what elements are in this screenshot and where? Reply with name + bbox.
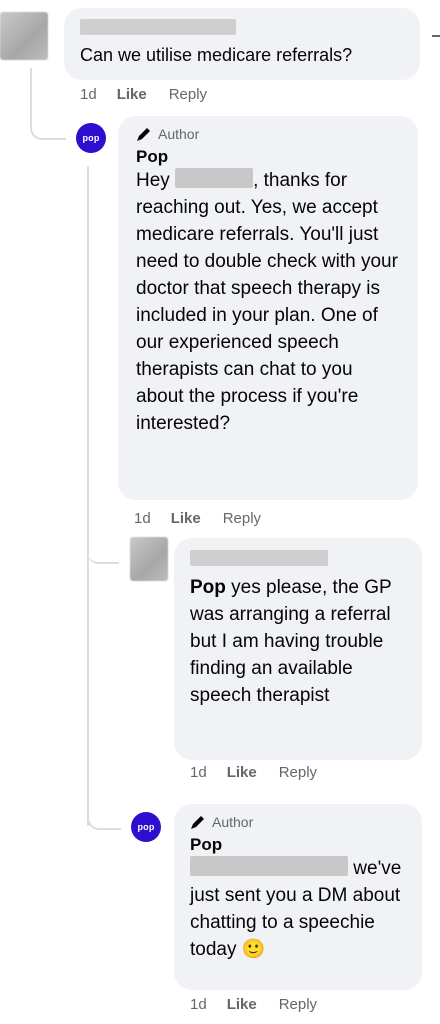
comment-actions: 1d Like Reply [80,86,207,103]
like-button[interactable]: Like [227,996,257,1013]
reply-button[interactable]: Reply [169,86,207,103]
avatar-label: pop [137,822,155,832]
pencil-icon [137,128,150,141]
mention-pop[interactable]: Pop [190,577,226,598]
like-button[interactable]: Like [117,86,147,103]
reply-actions: 1d Like Reply [190,996,317,1013]
smile-emoji-icon: 🙂 [241,939,266,960]
thread-connector [87,166,89,826]
comment-bubble: Can we utilise medicare referrals? [64,8,420,80]
timestamp[interactable]: 1d [190,996,207,1013]
reply-button[interactable]: Reply [279,996,317,1013]
reply-bubble: Author Pop we've just sent you a DM abou… [174,804,422,990]
reply-button[interactable]: Reply [279,764,317,781]
reply-text: Pop yes please, the GP was arranging a r… [190,574,406,709]
commenter-name-redacted[interactable] [190,550,328,566]
avatar-label: pop [82,133,100,143]
commenter-name-redacted[interactable] [80,19,236,35]
reply-text: Hey , thanks for reaching out. Yes, we a… [136,167,400,437]
reply-text: we've just sent you a DM about chatting … [190,855,406,963]
reply-actions: 1d Like Reply [190,764,317,781]
reply-actions: 1d Like Reply [134,510,261,527]
timestamp[interactable]: 1d [190,764,207,781]
mention-redacted[interactable] [175,168,254,188]
author-badge-label: Author [212,814,254,830]
pencil-icon [191,816,204,829]
reply-bubble: Pop yes please, the GP was arranging a r… [174,538,422,760]
author-badge: Author [190,814,406,830]
author-badge-label: Author [158,126,200,142]
reply-text-rest: , thanks for reaching out. Yes, we accep… [136,170,398,434]
reply-text-start: Hey [136,170,170,191]
more-options-icon[interactable] [432,35,440,37]
author-name[interactable]: Pop [136,147,400,167]
avatar[interactable]: pop [131,812,161,842]
thread-connector [87,790,121,830]
reply-bubble: Author Pop Hey , thanks for reaching out… [118,116,418,500]
author-badge: Author [136,126,400,142]
like-button[interactable]: Like [227,764,257,781]
author-name[interactable]: Pop [190,835,406,855]
thread-connector [30,68,66,140]
mention-redacted[interactable] [190,856,348,876]
timestamp[interactable]: 1d [80,86,97,103]
comment-text: Can we utilise medicare referrals? [80,45,353,65]
avatar[interactable] [0,12,48,60]
avatar[interactable]: pop [76,123,106,153]
like-button[interactable]: Like [171,510,201,527]
timestamp[interactable]: 1d [134,510,151,527]
avatar[interactable] [130,537,168,581]
thread-connector [87,520,119,564]
reply-button[interactable]: Reply [223,510,261,527]
